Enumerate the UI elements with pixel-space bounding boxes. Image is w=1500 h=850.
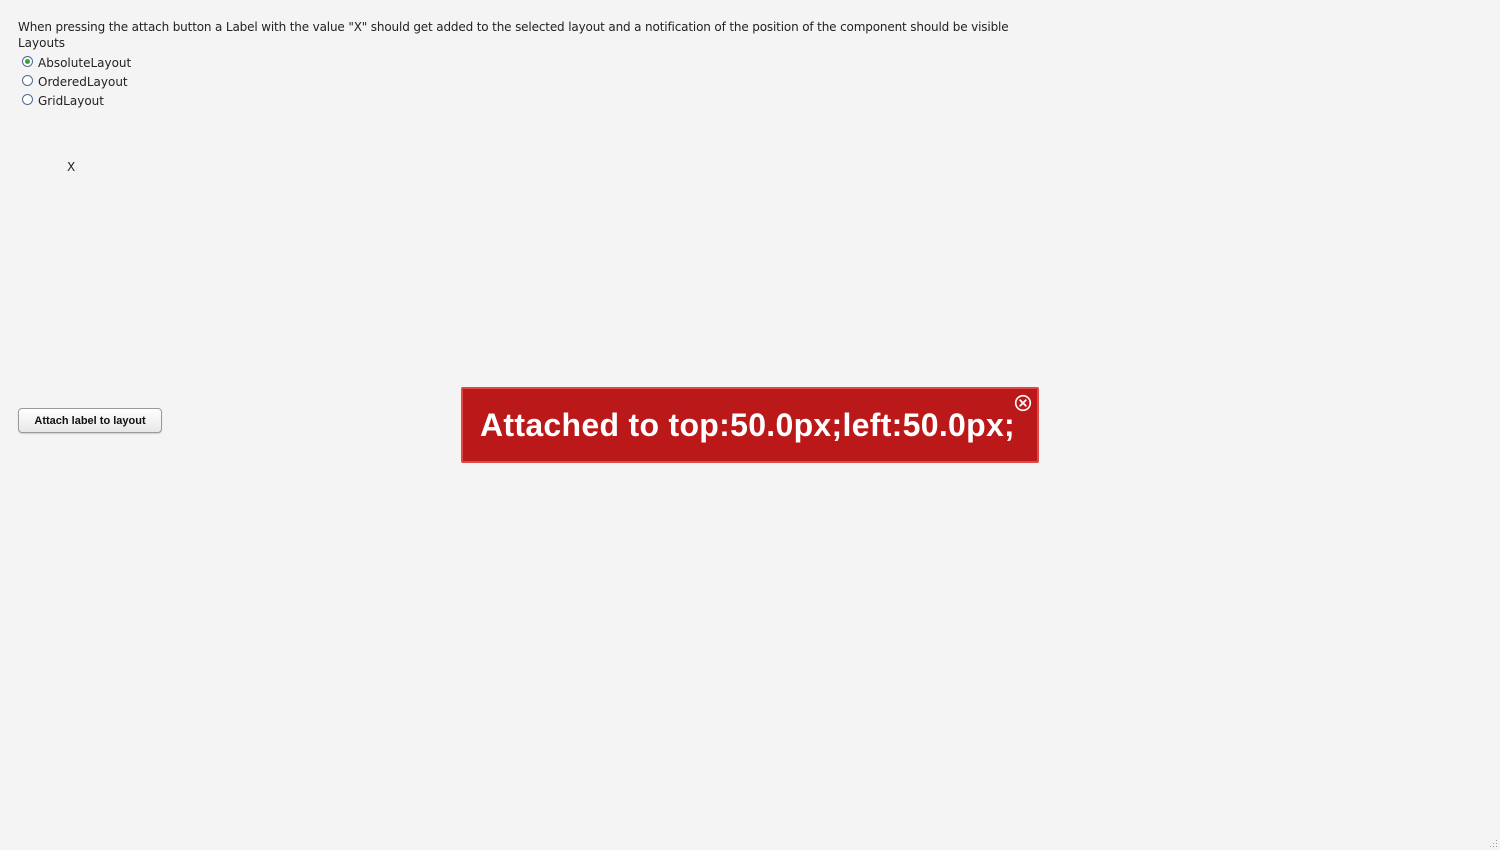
radio-option-absolutelayout[interactable]: AbsoluteLayout	[22, 53, 131, 72]
test-description: When pressing the attach button a Label …	[18, 20, 1009, 34]
radio-option-gridlayout[interactable]: GridLayout	[22, 91, 131, 110]
resize-grip-icon[interactable]	[1488, 838, 1498, 848]
notification-tray[interactable]: Attached to top:50.0px;left:50.0px;	[461, 387, 1039, 463]
radio-label[interactable]: OrderedLayout	[38, 75, 128, 89]
layouts-caption: Layouts	[18, 36, 66, 50]
attached-x-label: X	[67, 160, 76, 174]
notification-message: Attached to top:50.0px;left:50.0px;	[480, 407, 1016, 443]
radio-checked-icon[interactable]	[22, 56, 33, 67]
attach-label-button[interactable]: Attach label to layout	[18, 408, 162, 433]
radio-option-orderedlayout[interactable]: OrderedLayout	[22, 72, 131, 91]
close-icon[interactable]	[1014, 394, 1032, 412]
radio-unchecked-icon[interactable]	[22, 75, 33, 86]
radio-label[interactable]: GridLayout	[38, 94, 104, 108]
layouts-radio-group: AbsoluteLayout OrderedLayout GridLayout	[22, 53, 131, 110]
radio-unchecked-icon[interactable]	[22, 94, 33, 105]
radio-label[interactable]: AbsoluteLayout	[38, 56, 131, 70]
application-page: When pressing the attach button a Label …	[0, 0, 1500, 850]
